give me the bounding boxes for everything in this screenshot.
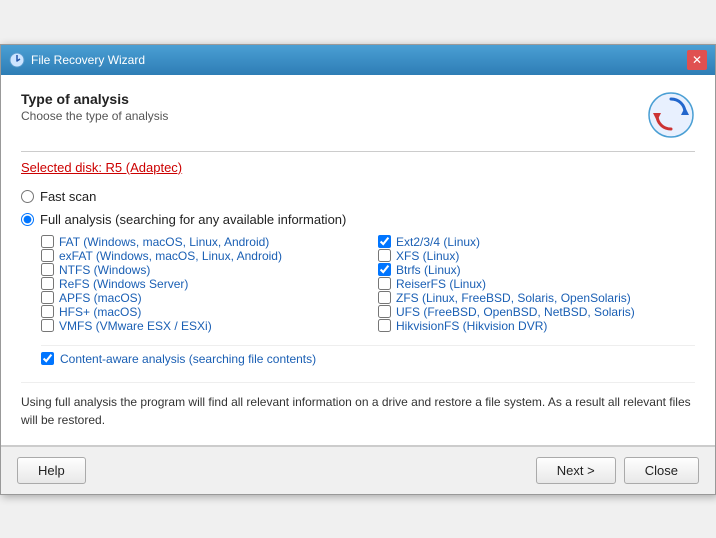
reiserfs-checkbox[interactable] — [378, 277, 391, 290]
fs-xfs: XFS (Linux) — [378, 249, 695, 263]
refs-label: ReFS (Windows Server) — [59, 277, 188, 291]
vmfs-label: VMFS (VMware ESX / ESXi) — [59, 319, 212, 333]
close-button[interactable]: Close — [624, 457, 699, 484]
content-aware-checkbox[interactable] — [41, 352, 54, 365]
fs-apfs: APFS (macOS) — [41, 291, 358, 305]
footer: Help Next > Close — [1, 446, 715, 494]
fs-ntfs: NTFS (Windows) — [41, 263, 358, 277]
fast-scan-label[interactable]: Fast scan — [40, 189, 96, 204]
wizard-header: Type of analysis Choose the type of anal… — [21, 91, 695, 139]
exfat-label: exFAT (Windows, macOS, Linux, Android) — [59, 249, 282, 263]
ntfs-label: NTFS (Windows) — [59, 263, 150, 277]
wizard-subtitle: Choose the type of analysis — [21, 109, 168, 123]
fs-refs: ReFS (Windows Server) — [41, 277, 358, 291]
btrfs-checkbox[interactable] — [378, 263, 391, 276]
titlebar: File Recovery Wizard ✕ — [1, 45, 715, 75]
refs-checkbox[interactable] — [41, 277, 54, 290]
next-button[interactable]: Next > — [536, 457, 616, 484]
wizard-icon — [647, 91, 695, 139]
full-analysis-radio[interactable] — [21, 213, 34, 226]
fs-hfsplus: HFS+ (macOS) — [41, 305, 358, 319]
header-divider — [21, 151, 695, 152]
hikvision-checkbox[interactable] — [378, 319, 391, 332]
filesystem-right-col: Ext2/3/4 (Linux) XFS (Linux) Btrfs (Linu… — [378, 235, 695, 333]
zfs-label: ZFS (Linux, FreeBSD, Solaris, OpenSolari… — [396, 291, 631, 305]
main-window: File Recovery Wizard ✕ Type of analysis … — [0, 44, 716, 495]
footer-right: Next > Close — [536, 457, 699, 484]
fs-ext234: Ext2/3/4 (Linux) — [378, 235, 695, 249]
xfs-checkbox[interactable] — [378, 249, 391, 262]
zfs-checkbox[interactable] — [378, 291, 391, 304]
fat-label: FAT (Windows, macOS, Linux, Android) — [59, 235, 269, 249]
selected-disk-link[interactable]: Selected disk: R5 (Adaptec) — [21, 160, 182, 175]
fast-scan-option: Fast scan — [21, 189, 695, 204]
full-analysis-option: Full analysis (searching for any availab… — [21, 212, 695, 227]
apfs-label: APFS (macOS) — [59, 291, 142, 305]
apfs-checkbox[interactable] — [41, 291, 54, 304]
app-icon — [9, 52, 25, 68]
fs-hikvision: HikvisionFS (Hikvision DVR) — [378, 319, 695, 333]
wizard-title: Type of analysis — [21, 91, 168, 107]
reiserfs-label: ReiserFS (Linux) — [396, 277, 486, 291]
ufs-checkbox[interactable] — [378, 305, 391, 318]
filesystem-grid: FAT (Windows, macOS, Linux, Android) exF… — [41, 235, 695, 333]
help-button[interactable]: Help — [17, 457, 86, 484]
hfsplus-label: HFS+ (macOS) — [59, 305, 141, 319]
wizard-header-text: Type of analysis Choose the type of anal… — [21, 91, 168, 123]
content-aware-label[interactable]: Content-aware analysis (searching file c… — [60, 352, 316, 366]
ext234-label: Ext2/3/4 (Linux) — [396, 235, 480, 249]
ufs-label: UFS (FreeBSD, OpenBSD, NetBSD, Solaris) — [396, 305, 635, 319]
hfsplus-checkbox[interactable] — [41, 305, 54, 318]
fast-scan-radio[interactable] — [21, 190, 34, 203]
xfs-label: XFS (Linux) — [396, 249, 459, 263]
fs-ufs: UFS (FreeBSD, OpenBSD, NetBSD, Solaris) — [378, 305, 695, 319]
filesystem-left-col: FAT (Windows, macOS, Linux, Android) exF… — [41, 235, 358, 333]
fs-zfs: ZFS (Linux, FreeBSD, Solaris, OpenSolari… — [378, 291, 695, 305]
full-analysis-label[interactable]: Full analysis (searching for any availab… — [40, 212, 346, 227]
ntfs-checkbox[interactable] — [41, 263, 54, 276]
fs-fat: FAT (Windows, macOS, Linux, Android) — [41, 235, 358, 249]
exfat-checkbox[interactable] — [41, 249, 54, 262]
titlebar-left: File Recovery Wizard — [9, 52, 145, 68]
ext234-checkbox[interactable] — [378, 235, 391, 248]
filesystem-section: FAT (Windows, macOS, Linux, Android) exF… — [41, 235, 695, 372]
vmfs-checkbox[interactable] — [41, 319, 54, 332]
fs-exfat: exFAT (Windows, macOS, Linux, Android) — [41, 249, 358, 263]
description-text: Using full analysis the program will fin… — [21, 382, 695, 429]
fs-reiserfs: ReiserFS (Linux) — [378, 277, 695, 291]
content-aware-section: Content-aware analysis (searching file c… — [41, 345, 695, 372]
close-window-button[interactable]: ✕ — [687, 50, 707, 70]
fs-btrfs: Btrfs (Linux) — [378, 263, 695, 277]
titlebar-title: File Recovery Wizard — [31, 53, 145, 67]
footer-left: Help — [17, 457, 86, 484]
btrfs-label: Btrfs (Linux) — [396, 263, 461, 277]
hikvision-label: HikvisionFS (Hikvision DVR) — [396, 319, 547, 333]
fs-vmfs: VMFS (VMware ESX / ESXi) — [41, 319, 358, 333]
fat-checkbox[interactable] — [41, 235, 54, 248]
wizard-content: Type of analysis Choose the type of anal… — [1, 75, 715, 446]
